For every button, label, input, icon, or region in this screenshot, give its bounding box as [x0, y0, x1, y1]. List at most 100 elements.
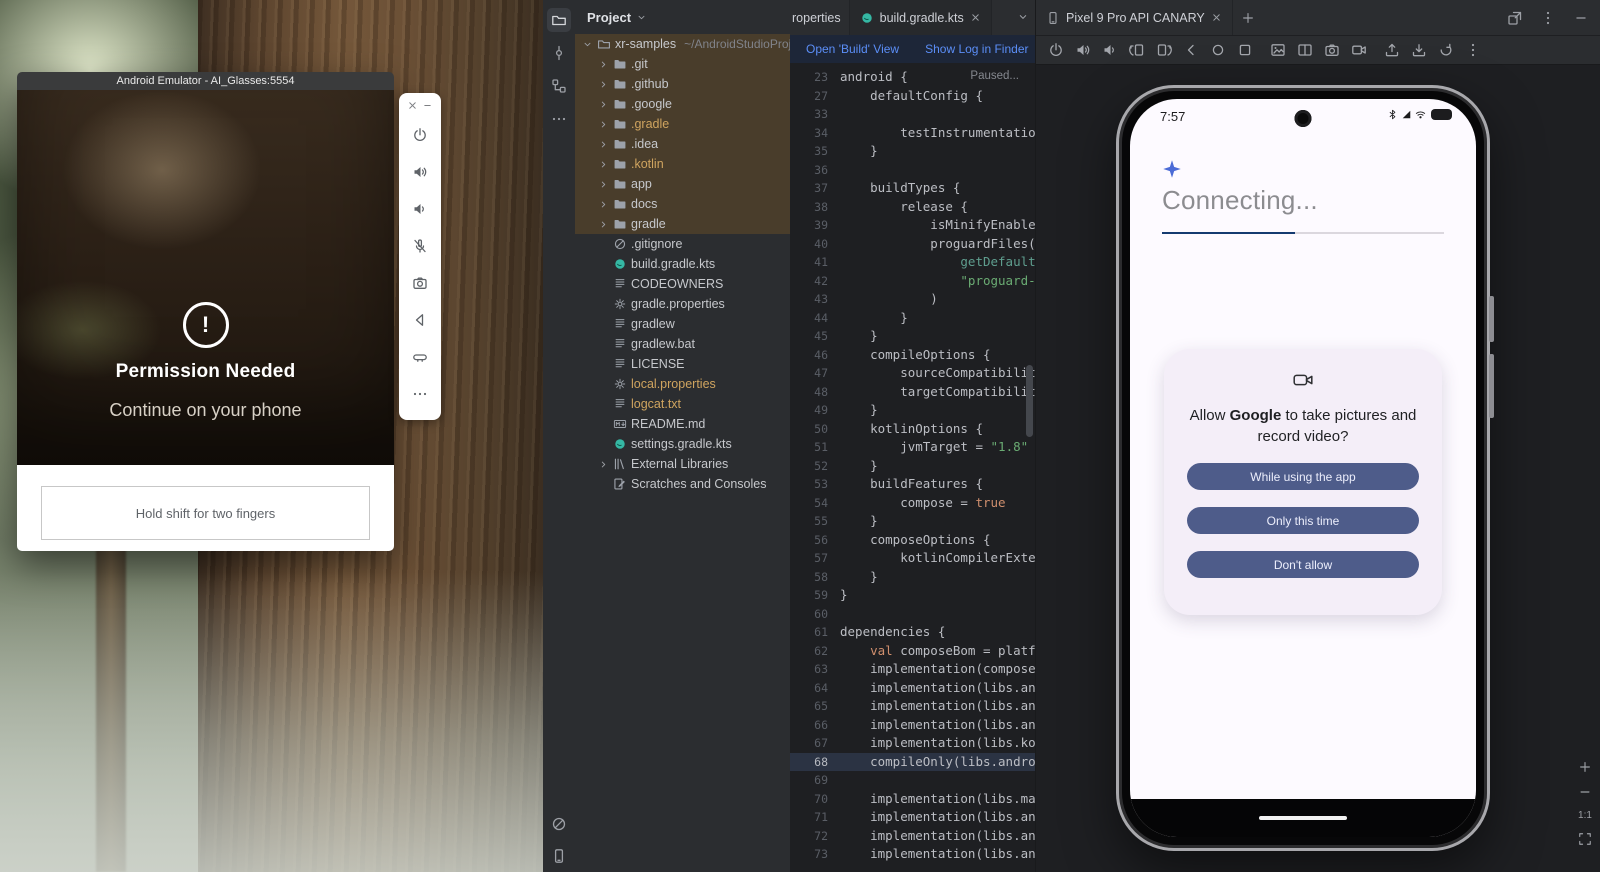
chevron-right-icon[interactable]: [597, 159, 609, 170]
code-line-38[interactable]: 38release {: [790, 198, 1035, 217]
record-button[interactable]: [1349, 40, 1369, 60]
tree-item-logcat-txt[interactable]: logcat.txt: [575, 394, 790, 414]
camera-button[interactable]: [1322, 40, 1342, 60]
add-device-tab-icon[interactable]: [1241, 11, 1255, 25]
show-log-in-finder-link[interactable]: Show Log in Finder: [925, 42, 1028, 56]
close-tab-icon[interactable]: [970, 12, 981, 23]
emulator-screen[interactable]: ! Permission Needed Continue on your pho…: [17, 90, 394, 465]
chevron-right-icon[interactable]: [597, 139, 609, 150]
code-line-62[interactable]: 62val composeBom = platfor: [790, 642, 1035, 661]
chevron-right-icon[interactable]: [597, 459, 609, 470]
tree-item-app[interactable]: app: [575, 174, 790, 194]
tree-item-docs[interactable]: docs: [575, 194, 790, 214]
code-line-39[interactable]: 39isMinifyEnabled: [790, 216, 1035, 235]
tree-item-license[interactable]: LICENSE: [575, 354, 790, 374]
code-line-71[interactable]: 71implementation(libs.andr: [790, 808, 1035, 827]
tree-item-gradle[interactable]: .gradle: [575, 114, 790, 134]
volume-up-button[interactable]: [399, 153, 441, 190]
screenshot-button[interactable]: [1268, 40, 1288, 60]
power-button[interactable]: [1046, 40, 1066, 60]
overview-button[interactable]: [1235, 40, 1255, 60]
hidden-tabs-chevron-icon[interactable]: [1017, 11, 1029, 23]
code-line-58[interactable]: 58}: [790, 568, 1035, 587]
code-line-65[interactable]: 65implementation(libs.andr: [790, 697, 1035, 716]
glasses-button[interactable]: [399, 338, 441, 375]
code-line-67[interactable]: 67implementation(libs.kotl: [790, 734, 1035, 753]
tree-item-github[interactable]: .github: [575, 74, 790, 94]
dont-allow-button[interactable]: Don't allow: [1187, 551, 1419, 578]
code-line-70[interactable]: 70implementation(libs.mate: [790, 790, 1035, 809]
code-line-54[interactable]: 54compose = true: [790, 494, 1035, 513]
tree-item-local-properties[interactable]: local.properties: [575, 374, 790, 394]
volume-down-button[interactable]: [1100, 40, 1120, 60]
phone-screen[interactable]: 7:57 Connecting...: [1130, 99, 1476, 837]
emulator-title-bar[interactable]: Android Emulator - AI_Glasses:5554: [17, 72, 394, 90]
minimize-icon[interactable]: [422, 100, 433, 111]
tree-item-gradlew-bat[interactable]: gradlew.bat: [575, 334, 790, 354]
emulator-window[interactable]: Android Emulator - AI_Glasses:5554 ! Per…: [17, 72, 394, 551]
code-line-40[interactable]: 40proguardFiles(: [790, 235, 1035, 254]
kebab-button[interactable]: [1463, 40, 1483, 60]
tree-item-kotlin[interactable]: .kotlin: [575, 154, 790, 174]
code-line-47[interactable]: 47sourceCompatibility: [790, 364, 1035, 383]
tree-item-readme-md[interactable]: README.md: [575, 414, 790, 434]
code-line-27[interactable]: 27defaultConfig {: [790, 87, 1035, 106]
tree-item-gradlew[interactable]: gradlew: [575, 314, 790, 334]
chevron-down-icon[interactable]: [636, 12, 647, 23]
code-line-42[interactable]: 42"proguard-ru: [790, 272, 1035, 291]
commit-tool-button[interactable]: [547, 41, 571, 65]
chevron-right-icon[interactable]: [597, 219, 609, 230]
code-line-45[interactable]: 45}: [790, 327, 1035, 346]
only-this-time-button[interactable]: Only this time: [1187, 507, 1419, 534]
code-line-66[interactable]: 66implementation(libs.andr: [790, 716, 1035, 735]
volume-up-button[interactable]: [1073, 40, 1093, 60]
tab-pixel-9-pro[interactable]: Pixel 9 Pro API CANARY: [1036, 0, 1233, 35]
power-button[interactable]: [399, 116, 441, 153]
tree-item-google[interactable]: .google: [575, 94, 790, 114]
home-indicator[interactable]: [1259, 816, 1347, 820]
zoom-out-icon[interactable]: [1578, 785, 1592, 799]
chevron-right-icon[interactable]: [597, 79, 609, 90]
code-line-48[interactable]: 48targetCompatibility: [790, 383, 1035, 402]
more-button[interactable]: [399, 375, 441, 412]
code-line-64[interactable]: 64implementation(libs.andr: [790, 679, 1035, 698]
code-line-33[interactable]: 33: [790, 105, 1035, 124]
code-line-69[interactable]: 69: [790, 771, 1035, 790]
kebab-button[interactable]: [1538, 8, 1558, 28]
tree-root-xr-samples[interactable]: xr-samples ~/AndroidStudioProj: [575, 34, 790, 54]
code-line-63[interactable]: 63implementation(composeBo: [790, 660, 1035, 679]
zoom-in-icon[interactable]: [1578, 760, 1592, 774]
chevron-down-icon[interactable]: [581, 39, 593, 50]
tree-item-build-gradle-kts[interactable]: build.gradle.kts: [575, 254, 790, 274]
code-line-49[interactable]: 49}: [790, 401, 1035, 420]
code-line-34[interactable]: 34testInstrumentationR: [790, 124, 1035, 143]
chevron-right-icon[interactable]: [597, 59, 609, 70]
while-using-app-button[interactable]: While using the app: [1187, 463, 1419, 490]
code-line-55[interactable]: 55}: [790, 512, 1035, 531]
editor-scrollbar-thumb[interactable]: [1026, 365, 1033, 437]
code-line-41[interactable]: 41getDefaultPr: [790, 253, 1035, 272]
tree-item-scratches-and-consoles[interactable]: Scratches and Consoles: [575, 474, 790, 494]
download-button[interactable]: [1409, 40, 1429, 60]
fit-to-window-icon[interactable]: [1578, 832, 1592, 846]
tree-item-external-libraries[interactable]: External Libraries: [575, 454, 790, 474]
code-line-35[interactable]: 35}: [790, 142, 1035, 161]
tree-item-codeowners[interactable]: CODEOWNERS: [575, 274, 790, 294]
rotate-right-button[interactable]: [1154, 40, 1174, 60]
device-tool-button[interactable]: [547, 844, 571, 868]
mic-off-button[interactable]: [399, 227, 441, 264]
code-line-36[interactable]: 36: [790, 161, 1035, 180]
project-panel-header[interactable]: Project: [575, 0, 790, 34]
upload-button[interactable]: [1382, 40, 1402, 60]
code-line-52[interactable]: 52}: [790, 457, 1035, 476]
code-line-37[interactable]: 37buildTypes {: [790, 179, 1035, 198]
inspections-tool-button[interactable]: [547, 812, 571, 836]
structure-tool-button[interactable]: [547, 74, 571, 98]
tree-item-gitignore[interactable]: .gitignore: [575, 234, 790, 254]
code-line-44[interactable]: 44}: [790, 309, 1035, 328]
code-line-46[interactable]: 46compileOptions {: [790, 346, 1035, 365]
snapshot-button[interactable]: [1436, 40, 1456, 60]
tree-item-settings-gradle-kts[interactable]: settings.gradle.kts: [575, 434, 790, 454]
code-line-59[interactable]: 59}: [790, 586, 1035, 605]
code-line-50[interactable]: 50kotlinOptions {: [790, 420, 1035, 439]
